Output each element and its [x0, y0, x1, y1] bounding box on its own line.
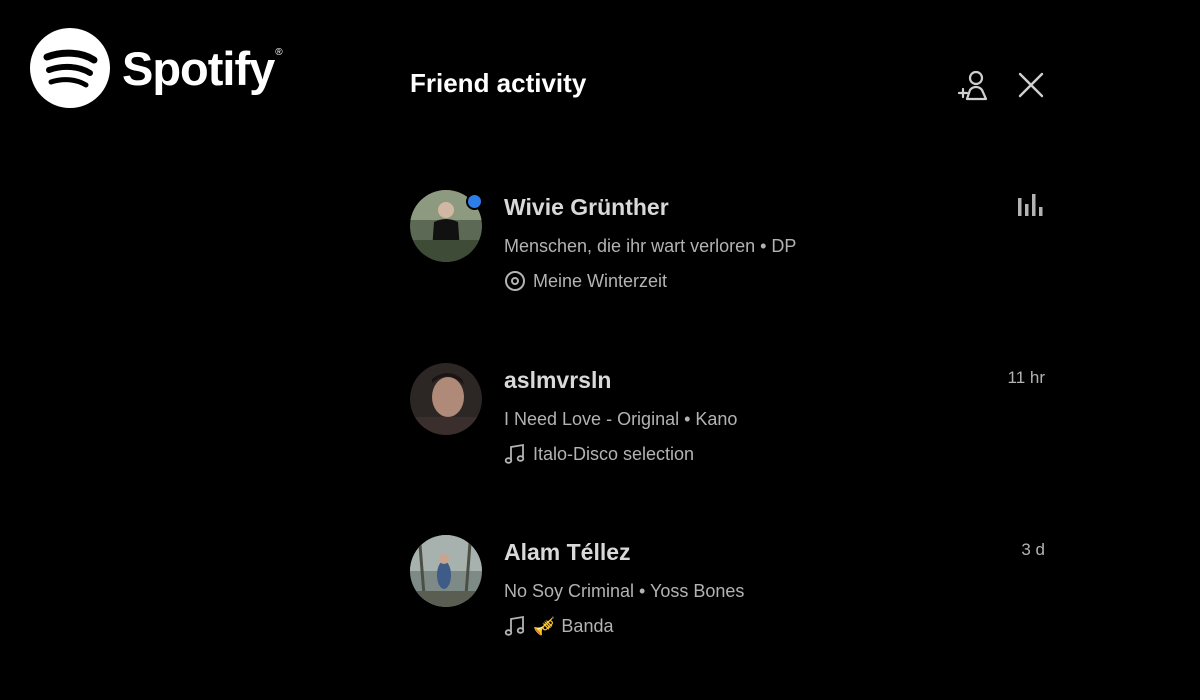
context-info[interactable]: Meine Winterzeit — [504, 270, 667, 292]
friend-item[interactable]: Alam Téllez No Soy Criminal • Yoss Bones… — [410, 535, 1050, 655]
now-playing-icon — [1018, 194, 1043, 216]
add-friend-icon — [957, 70, 988, 101]
friend-name[interactable]: Wivie Grünther — [504, 194, 669, 221]
track-info[interactable]: Menschen, die ihr wart verloren • DP — [504, 236, 796, 257]
spotify-logo[interactable]: Spotify® — [30, 28, 283, 108]
context-info[interactable]: 🎺 Banda — [504, 615, 613, 637]
close-icon — [1018, 72, 1044, 98]
friend-item[interactable]: aslmvrsln I Need Love - Original • Kano … — [410, 363, 1050, 483]
context-label: Meine Winterzeit — [533, 270, 668, 291]
avatar[interactable] — [410, 190, 483, 262]
spotify-wordmark: Spotify® — [122, 41, 283, 95]
activity-time: 3 d — [1021, 540, 1045, 559]
track-info[interactable]: No Soy Criminal • Yoss Bones — [504, 581, 744, 602]
friend-item[interactable]: Wivie Grünther Menschen, die ihr wart ve… — [410, 190, 1050, 310]
avatar[interactable] — [410, 535, 482, 607]
album-disc-icon — [505, 271, 525, 291]
activity-time: 11 hr — [1007, 368, 1046, 387]
spotify-logo-icon — [30, 28, 110, 108]
context-label: Italo-Disco selection — [533, 443, 695, 464]
close-button[interactable] — [1013, 67, 1049, 103]
music-note-icon — [504, 443, 525, 464]
music-note-icon — [504, 615, 525, 636]
online-indicator — [466, 193, 483, 210]
add-friend-button[interactable] — [955, 67, 991, 103]
trumpet-emoji: 🎺 — [533, 615, 556, 636]
friend-name[interactable]: Alam Téllez — [504, 539, 631, 566]
track-info[interactable]: I Need Love - Original • Kano — [504, 409, 737, 430]
panel-title: Friend activity — [410, 68, 587, 98]
context-label: Banda — [561, 615, 614, 636]
friend-name[interactable]: aslmvrsln — [504, 367, 611, 394]
avatar[interactable] — [410, 363, 482, 435]
context-info[interactable]: Italo-Disco selection — [504, 443, 694, 465]
